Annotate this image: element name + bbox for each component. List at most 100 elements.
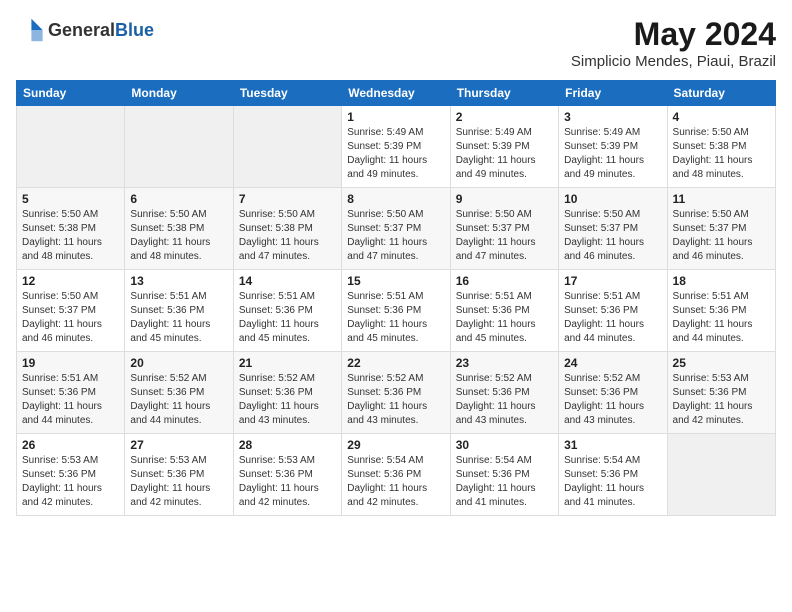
calendar-cell: 9 Sunrise: 5:50 AMSunset: 5:37 PMDaylight…	[450, 188, 558, 270]
calendar-cell: 7Sunrise: 5:50 AMSunset: 5:38 PMDaylight…	[233, 188, 341, 270]
logo-blue-text: Blue	[115, 20, 154, 40]
day-of-week-header: Tuesday	[233, 81, 341, 106]
day-number: 21	[239, 356, 336, 370]
logo-icon	[16, 16, 44, 44]
calendar-cell: 5 Sunrise: 5:50 AMSunset: 5:38 PMDaylight…	[17, 188, 125, 270]
day-number: 25	[673, 356, 770, 370]
calendar-cell: 26Sunrise: 5:53 AMSunset: 5:36 PMDayligh…	[17, 434, 125, 516]
calendar-cell: 25 Sunrise: 5:53 AMSunset: 5:36 PMDayligh…	[667, 352, 775, 434]
day-number: 12	[22, 274, 119, 288]
calendar-table: SundayMondayTuesdayWednesdayThursdayFrid…	[16, 80, 776, 516]
logo: GeneralBlue	[16, 16, 154, 44]
day-info: Sunrise: 5:54 AMSunset: 5:36 PMDaylight:…	[564, 454, 661, 510]
calendar-cell	[17, 106, 125, 188]
day-number: 16	[456, 274, 553, 288]
day-info: Sunrise: 5:49 AMSunset: 5:39 PMDaylight:…	[456, 126, 553, 182]
day-number: 14	[239, 274, 336, 288]
calendar-cell	[667, 434, 775, 516]
day-info: Sunrise: 5:54 AMSunset: 5:36 PMDaylight:…	[456, 454, 553, 510]
calendar-cell: 4 Sunrise: 5:50 AMSunset: 5:38 PMDaylight…	[667, 106, 775, 188]
week-row: 5 Sunrise: 5:50 AMSunset: 5:38 PMDaylight…	[17, 188, 776, 270]
day-number: 3	[564, 110, 661, 124]
day-number: 20	[130, 356, 227, 370]
day-info: Sunrise: 5:50 AMSunset: 5:38 PMDaylight:…	[22, 208, 119, 264]
day-info: Sunrise: 5:50 AMSunset: 5:37 PMDaylight:…	[564, 208, 661, 264]
day-number: 9	[456, 192, 553, 206]
day-of-week-header: Saturday	[667, 81, 775, 106]
day-of-week-header: Friday	[559, 81, 667, 106]
week-row: 12Sunrise: 5:50 AMSunset: 5:37 PMDayligh…	[17, 270, 776, 352]
week-row: 1 Sunrise: 5:49 AMSunset: 5:39 PMDaylight…	[17, 106, 776, 188]
day-info: Sunrise: 5:52 AMSunset: 5:36 PMDaylight:…	[130, 372, 227, 428]
calendar-cell: 20 Sunrise: 5:52 AMSunset: 5:36 PMDayligh…	[125, 352, 233, 434]
day-info: Sunrise: 5:49 AMSunset: 5:39 PMDaylight:…	[347, 126, 444, 182]
day-of-week-header: Wednesday	[342, 81, 450, 106]
day-number: 8	[347, 192, 444, 206]
calendar-cell: 16 Sunrise: 5:51 AMSunset: 5:36 PMDayligh…	[450, 270, 558, 352]
day-info: Sunrise: 5:50 AMSunset: 5:38 PMDaylight:…	[239, 208, 336, 264]
day-info: Sunrise: 5:51 AMSunset: 5:36 PMDaylight:…	[239, 290, 336, 346]
day-info: Sunrise: 5:53 AMSunset: 5:36 PMDaylight:…	[239, 454, 336, 510]
calendar-location: Simplicio Mendes, Piaui, Brazil	[571, 53, 776, 70]
calendar-cell: 29 Sunrise: 5:54 AMSunset: 5:36 PMDayligh…	[342, 434, 450, 516]
day-of-week-header: Monday	[125, 81, 233, 106]
day-number: 1	[347, 110, 444, 124]
day-number: 15	[347, 274, 444, 288]
day-number: 6	[130, 192, 227, 206]
title-block: May 2024 Simplicio Mendes, Piaui, Brazil	[571, 16, 776, 70]
day-info: Sunrise: 5:52 AMSunset: 5:36 PMDaylight:…	[564, 372, 661, 428]
day-info: Sunrise: 5:52 AMSunset: 5:36 PMDaylight:…	[347, 372, 444, 428]
calendar-cell: 12Sunrise: 5:50 AMSunset: 5:37 PMDayligh…	[17, 270, 125, 352]
calendar-cell: 17 Sunrise: 5:51 AMSunset: 5:36 PMDayligh…	[559, 270, 667, 352]
day-number: 4	[673, 110, 770, 124]
day-info: Sunrise: 5:51 AMSunset: 5:36 PMDaylight:…	[673, 290, 770, 346]
day-number: 27	[130, 438, 227, 452]
week-row: 26 Sunrise: 5:53 AMSunset: 5:36 PMDayligh…	[17, 434, 776, 516]
day-info: Sunrise: 5:50 AMSunset: 5:37 PMDaylight:…	[347, 208, 444, 264]
calendar-cell: 13 Sunrise: 5:51 AMSunset: 5:36 PMDayligh…	[125, 270, 233, 352]
calendar-cell: 21 Sunrise: 5:52 AMSunset: 5:36 PMDayligh…	[233, 352, 341, 434]
day-number: 2	[456, 110, 553, 124]
day-number: 17	[564, 274, 661, 288]
day-number: 23	[456, 356, 553, 370]
calendar-cell: 8 Sunrise: 5:50 AMSunset: 5:37 PMDaylight…	[342, 188, 450, 270]
day-info: Sunrise: 5:50 AMSunset: 5:37 PMDaylight:…	[673, 208, 770, 264]
day-info: Sunrise: 5:51 AMSunset: 5:36 PMDaylight:…	[22, 372, 119, 428]
day-number: 5	[22, 192, 119, 206]
day-number: 10	[564, 192, 661, 206]
day-number: 18	[673, 274, 770, 288]
day-number: 13	[130, 274, 227, 288]
day-info: Sunrise: 5:54 AMSunset: 5:36 PMDaylight:…	[347, 454, 444, 510]
day-number: 30	[456, 438, 553, 452]
calendar-cell: 6 Sunrise: 5:50 AMSunset: 5:38 PMDaylight…	[125, 188, 233, 270]
day-info: Sunrise: 5:50 AMSunset: 5:38 PMDaylight:…	[673, 126, 770, 182]
calendar-cell: 30 Sunrise: 5:54 AMSunset: 5:36 PMDayligh…	[450, 434, 558, 516]
day-info: Sunrise: 5:51 AMSunset: 5:36 PMDaylight:…	[130, 290, 227, 346]
calendar-cell: 23 Sunrise: 5:52 AMSunset: 5:36 PMDayligh…	[450, 352, 558, 434]
day-info: Sunrise: 5:50 AMSunset: 5:38 PMDaylight:…	[130, 208, 227, 264]
day-of-week-header: Sunday	[17, 81, 125, 106]
calendar-cell: 31 Sunrise: 5:54 AMSunset: 5:36 PMDayligh…	[559, 434, 667, 516]
day-number: 29	[347, 438, 444, 452]
calendar-cell: 11Sunrise: 5:50 AMSunset: 5:37 PMDayligh…	[667, 188, 775, 270]
day-number: 26	[22, 438, 119, 452]
calendar-cell	[233, 106, 341, 188]
day-info: Sunrise: 5:49 AMSunset: 5:39 PMDaylight:…	[564, 126, 661, 182]
calendar-cell: 1 Sunrise: 5:49 AMSunset: 5:39 PMDaylight…	[342, 106, 450, 188]
day-number: 31	[564, 438, 661, 452]
calendar-cell: 28Sunrise: 5:53 AMSunset: 5:36 PMDayligh…	[233, 434, 341, 516]
day-number: 24	[564, 356, 661, 370]
day-info: Sunrise: 5:53 AMSunset: 5:36 PMDaylight:…	[673, 372, 770, 428]
day-info: Sunrise: 5:52 AMSunset: 5:36 PMDaylight:…	[456, 372, 553, 428]
calendar-cell: 24 Sunrise: 5:52 AMSunset: 5:36 PMDayligh…	[559, 352, 667, 434]
calendar-cell	[125, 106, 233, 188]
day-info: Sunrise: 5:50 AMSunset: 5:37 PMDaylight:…	[456, 208, 553, 264]
day-info: Sunrise: 5:51 AMSunset: 5:36 PMDaylight:…	[456, 290, 553, 346]
day-info: Sunrise: 5:51 AMSunset: 5:36 PMDaylight:…	[564, 290, 661, 346]
calendar-cell: 19Sunrise: 5:51 AMSunset: 5:36 PMDayligh…	[17, 352, 125, 434]
day-info: Sunrise: 5:52 AMSunset: 5:36 PMDaylight:…	[239, 372, 336, 428]
day-info: Sunrise: 5:53 AMSunset: 5:36 PMDaylight:…	[130, 454, 227, 510]
calendar-cell: 3 Sunrise: 5:49 AMSunset: 5:39 PMDaylight…	[559, 106, 667, 188]
page-header: GeneralBlue May 2024 Simplicio Mendes, P…	[16, 16, 776, 70]
day-number: 22	[347, 356, 444, 370]
